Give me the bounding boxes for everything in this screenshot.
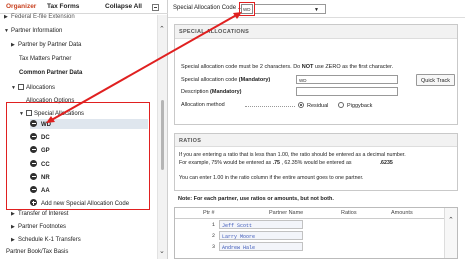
sidebar-item-common-partner-data[interactable]: Common Partner Data bbox=[19, 70, 82, 80]
sidebar-item-label: Common Partner Data bbox=[19, 70, 83, 76]
table-row[interactable]: 3 Andrew Hale bbox=[205, 242, 405, 251]
sidebar-item-label: Allocations bbox=[26, 85, 56, 91]
description-field-label: Description (Mandatory) bbox=[181, 89, 242, 95]
annotation-highlight-box bbox=[239, 2, 255, 16]
radio-unselected-icon[interactable] bbox=[338, 102, 344, 108]
sidebar-item-label: Partner Footnotes bbox=[18, 224, 67, 230]
help-text-part: For example, 75% would be entered as bbox=[179, 160, 273, 166]
partner-number: 3 bbox=[211, 244, 215, 250]
tab-tax-forms[interactable]: Tax Forms bbox=[47, 3, 79, 10]
chevron-right-icon: ▶ bbox=[11, 42, 15, 48]
special-allocation-code-input[interactable]: WD bbox=[296, 75, 398, 84]
ratios-help-line2: For example, 75% would be entered as .75… bbox=[179, 160, 393, 166]
ratios-amounts-note: Note: For each partner, use ratios or am… bbox=[178, 196, 334, 202]
sidebar-item-partner-information[interactable]: ▼ Partner Information bbox=[4, 28, 62, 38]
sidebar-item-allocations[interactable]: ▼ Allocations bbox=[11, 84, 55, 94]
special-allocation-code-label: Special Allocation Code .. bbox=[173, 5, 242, 11]
sidebar-tabs: Organizer Tax Forms Collapse All bbox=[0, 0, 168, 14]
ratios-help-line1: If you are entering a ratio that is less… bbox=[179, 152, 406, 158]
column-header-ptr: Ptr # bbox=[203, 210, 215, 216]
ratios-panel: RATIOS If you are entering a ratio that … bbox=[174, 133, 458, 191]
sidebar-item-label: Partner by Partner Data bbox=[18, 42, 82, 48]
annotation-highlight-box bbox=[6, 102, 150, 210]
sidebar-item-label: Partner Book/Tax Basis bbox=[6, 249, 69, 255]
sidebar-item-schedule-k1-transfers[interactable]: ▶ Schedule K-1 Transfers bbox=[11, 237, 81, 247]
partner-name-cell[interactable]: Andrew Hale bbox=[219, 242, 303, 251]
mandatory-marker: (Mandatory) bbox=[238, 77, 271, 83]
radio-selected-icon[interactable] bbox=[298, 102, 304, 108]
table-scrollbar[interactable]: ⌃ bbox=[444, 208, 457, 258]
column-header-partner-name: Partner Name bbox=[269, 210, 304, 216]
code-rule-text: Special allocation code must be 2 charac… bbox=[181, 64, 393, 70]
field-label-text: Description bbox=[181, 89, 211, 95]
scroll-up-icon[interactable]: ⌃ bbox=[448, 216, 454, 224]
header-divider bbox=[175, 218, 445, 219]
help-example: .75 bbox=[272, 160, 281, 166]
chevron-down-icon: ▼ bbox=[11, 85, 16, 91]
ratios-help-line3: You can enter 1.00 in the ratio column i… bbox=[179, 175, 364, 181]
field-label-text: Special allocation code bbox=[181, 77, 239, 83]
scroll-down-icon[interactable]: ⌄ bbox=[159, 247, 165, 255]
help-example: .6235 bbox=[379, 160, 393, 166]
organizer-sidebar: Organizer Tax Forms Collapse All ▶ Federa… bbox=[0, 0, 168, 259]
column-header-amounts: Amounts bbox=[391, 210, 413, 216]
sidebar-item-partner-footnotes[interactable]: ▶ Partner Footnotes bbox=[11, 224, 66, 234]
chevron-right-icon: ▶ bbox=[4, 14, 8, 20]
main-content: Special Allocation Code .. WD ▼ SPECIAL … bbox=[168, 0, 465, 259]
chevron-right-icon: ▶ bbox=[11, 237, 15, 243]
rule-text-part: use ZERO as the first character. bbox=[313, 64, 394, 70]
radio-piggyback[interactable]: Piggyback bbox=[338, 102, 372, 109]
sidebar-item-transfer-of-interest[interactable]: ▶ Transfer of Interest bbox=[11, 211, 68, 221]
column-header-ratios: Ratios bbox=[341, 210, 357, 216]
mandatory-marker: (Mandatory) bbox=[210, 89, 242, 95]
dropdown-arrow-icon: ▼ bbox=[314, 7, 319, 13]
sidebar-item-label: Schedule K-1 Transfers bbox=[18, 237, 81, 243]
panel-header: SPECIAL ALLOCATIONS bbox=[175, 25, 457, 39]
sidebar-item-label: Tax Matters Partner bbox=[19, 56, 72, 62]
sidebar-scrollbar[interactable]: ⌃ ⌄ bbox=[157, 15, 167, 259]
tab-organizer[interactable]: Organizer bbox=[6, 3, 36, 10]
partner-number: 2 bbox=[211, 233, 215, 239]
special-allocation-code-dropdown[interactable]: ▼ bbox=[254, 4, 326, 14]
quick-track-button[interactable]: Quick Track bbox=[416, 74, 456, 86]
sidebar-item-label: Transfer of Interest bbox=[18, 211, 69, 217]
radio-label: Residual bbox=[307, 103, 329, 109]
table-row[interactable]: 2 Larry Moore bbox=[205, 231, 405, 240]
collapse-all-button[interactable]: Collapse All bbox=[105, 3, 142, 10]
radio-label: Piggyback bbox=[347, 103, 373, 109]
sidebar-item-partner-by-partner[interactable]: ▶ Partner by Partner Data bbox=[11, 42, 81, 52]
sidebar-item-tax-matters-partner[interactable]: Tax Matters Partner bbox=[19, 56, 71, 66]
sidebar-item-label: Partner Information bbox=[11, 28, 63, 34]
help-text-part: , 62.35% would be entered as bbox=[280, 160, 352, 166]
app-root: Organizer Tax Forms Collapse All ▶ Federa… bbox=[0, 0, 465, 259]
leader-dots bbox=[245, 106, 295, 107]
scroll-up-icon[interactable]: ⌃ bbox=[159, 25, 165, 33]
sidebar-item-partner-book-tax-basis[interactable]: Partner Book/Tax Basis bbox=[6, 249, 68, 259]
rule-text-emphasis: NOT bbox=[301, 64, 314, 70]
table-row[interactable]: 1 Jeff Scott bbox=[205, 220, 405, 229]
chevron-right-icon: ▶ bbox=[11, 211, 15, 217]
partner-allocation-table: Ptr # Partner Name Ratios Amounts 1 Jeff… bbox=[174, 207, 458, 259]
scrollbar-thumb[interactable] bbox=[161, 100, 164, 170]
partner-name-cell[interactable]: Larry Moore bbox=[219, 231, 303, 240]
code-field-label: Special allocation code (Mandatory) bbox=[181, 77, 270, 83]
rule-text-part: Special allocation code must be 2 charac… bbox=[181, 64, 302, 70]
partner-name-cell[interactable]: Jeff Scott bbox=[219, 220, 303, 229]
radio-residual[interactable]: Residual bbox=[298, 102, 328, 109]
panel-header: RATIOS bbox=[175, 134, 457, 147]
sidebar-item-label: Federal E-file Extension bbox=[11, 14, 75, 20]
partner-number: 1 bbox=[211, 222, 215, 228]
chevron-down-icon: ▼ bbox=[4, 28, 9, 34]
allocation-method-label: Allocation method bbox=[181, 102, 225, 108]
chevron-right-icon: ▶ bbox=[11, 224, 15, 230]
top-bar: Special Allocation Code .. WD ▼ bbox=[168, 0, 465, 18]
special-allocations-panel: SPECIAL ALLOCATIONS Special allocation c… bbox=[174, 24, 458, 125]
sidebar-item-federal-efile-extension[interactable]: ▶ Federal E-file Extension bbox=[4, 14, 75, 24]
description-input[interactable] bbox=[296, 87, 398, 96]
checkbox-icon[interactable] bbox=[18, 84, 24, 90]
collapse-icon[interactable] bbox=[152, 4, 159, 11]
